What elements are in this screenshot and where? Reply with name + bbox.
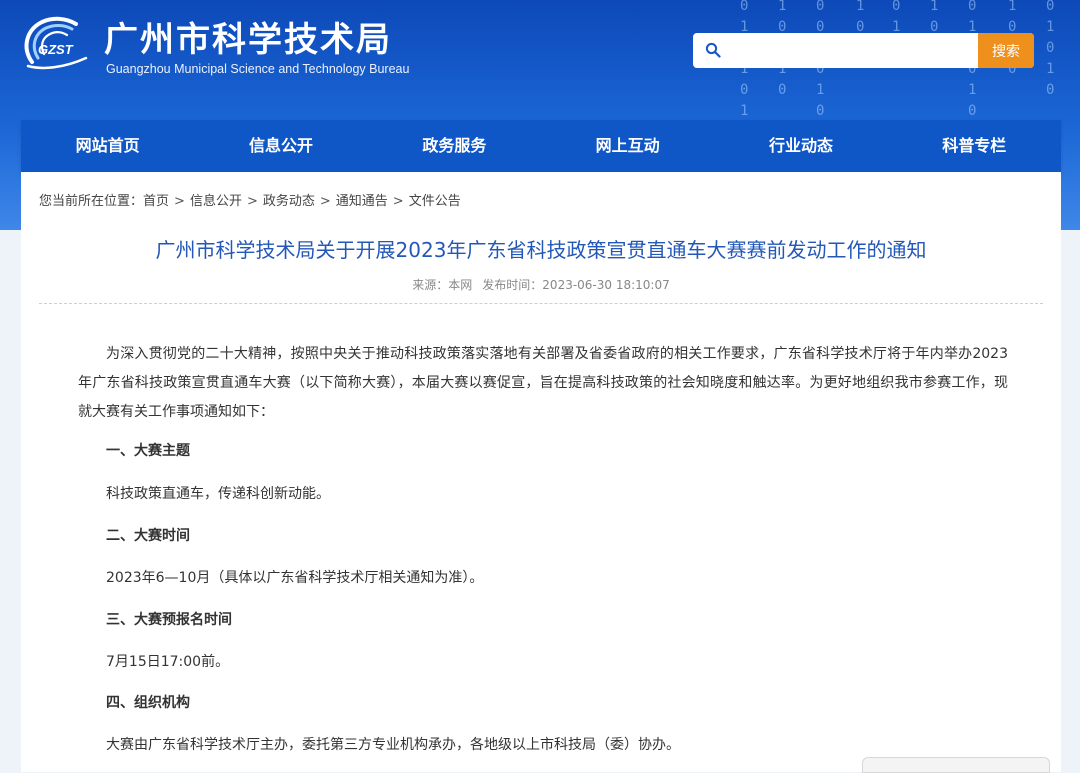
floating-widget[interactable] — [862, 757, 1050, 773]
nav-item-science-column[interactable]: 科普专栏 — [888, 120, 1061, 172]
article-intro: 为深入贯彻党的二十大精神，按照中央关于推动科技政策落实落地有关部署及省委省政府的… — [78, 340, 1008, 427]
nav-item-online-interaction[interactable]: 网上互动 — [541, 120, 714, 172]
breadcrumb-separator: > — [392, 194, 404, 209]
nav-item-government-services[interactable]: 政务服务 — [368, 120, 541, 172]
gzst-logo[interactable]: GZST — [20, 14, 94, 74]
source-value: 本网 — [448, 278, 473, 292]
breadcrumb-item-notices[interactable]: 通知通告 — [336, 194, 388, 209]
divider — [39, 303, 1043, 304]
section-text: 大赛由广东省科学技术厅主办，委托第三方专业机构承办，各地级以上市科技局（委）协办… — [106, 737, 680, 753]
search-button[interactable]: 搜索 — [978, 33, 1034, 68]
breadcrumb-prefix: 您当前所在位置： — [39, 194, 144, 209]
search-icon — [705, 42, 721, 58]
breadcrumb-item-home[interactable]: 首页 — [143, 194, 169, 209]
publish-time-value: 2023-06-30 18:10:07 — [542, 278, 670, 292]
site-subtitle: Guangzhou Municipal Science and Technolo… — [106, 62, 410, 76]
article-title: 广州市科学技术局关于开展2023年广东省科技政策宣贯直通车大赛赛前发动工作的通知 — [155, 238, 927, 262]
section-text: 2023年6—10月（具体以广东省科学技术厅相关通知为准）。 — [106, 570, 484, 586]
breadcrumb-item-info-disclosure[interactable]: 信息公开 — [190, 194, 242, 209]
section-heading: 二、大赛时间 — [106, 528, 190, 544]
breadcrumb-item-government-news[interactable]: 政务动态 — [263, 194, 315, 209]
logo-text: GZST — [38, 42, 74, 57]
site-title[interactable]: 广州市科学技术局 — [104, 18, 392, 62]
breadcrumb-separator: > — [319, 194, 331, 209]
section-text: 7月15日17:00前。 — [106, 654, 230, 670]
binary-decoration: 0 1 0 1 0 — [1046, 0, 1055, 98]
section-heading: 四、组织机构 — [106, 695, 190, 711]
nav-item-home[interactable]: 网站首页 — [21, 120, 194, 172]
section-heading: 一、大赛主题 — [106, 443, 190, 459]
nav-item-info-disclosure[interactable]: 信息公开 — [194, 120, 367, 172]
source-label: 来源： — [412, 278, 449, 292]
breadcrumb-item-documents[interactable]: 文件公告 — [409, 194, 461, 209]
article-container: 您当前所在位置：首页 > 信息公开 > 政务动态 > 通知通告 > 文件公告 广州市科学技术局关… — [21, 172, 1061, 772]
breadcrumb: 您当前所在位置：首页 > 信息公开 > 政务动态 > 通知通告 > 文件公告 — [39, 190, 461, 209]
nav-item-industry-news[interactable]: 行业动态 — [714, 120, 887, 172]
breadcrumb-separator: > — [246, 194, 258, 209]
section-heading: 三、大赛预报名时间 — [106, 612, 232, 628]
search-bar: 搜索 — [693, 33, 1034, 68]
article-meta: 来源：本网 发布时间：2023-06-30 18:10:07 — [21, 276, 1061, 293]
publish-time-label: 发布时间： — [482, 278, 543, 292]
section-text: 科技政策直通车，传递科创新动能。 — [106, 486, 330, 502]
intro-paragraph: 为深入贯彻党的二十大精神，按照中央关于推动科技政策落实落地有关部署及省委省政府的… — [78, 346, 1008, 420]
main-nav: 网站首页 信息公开 政务服务 网上互动 行业动态 科普专栏 — [21, 120, 1061, 172]
breadcrumb-separator: > — [174, 194, 185, 209]
search-input[interactable] — [729, 33, 1003, 68]
